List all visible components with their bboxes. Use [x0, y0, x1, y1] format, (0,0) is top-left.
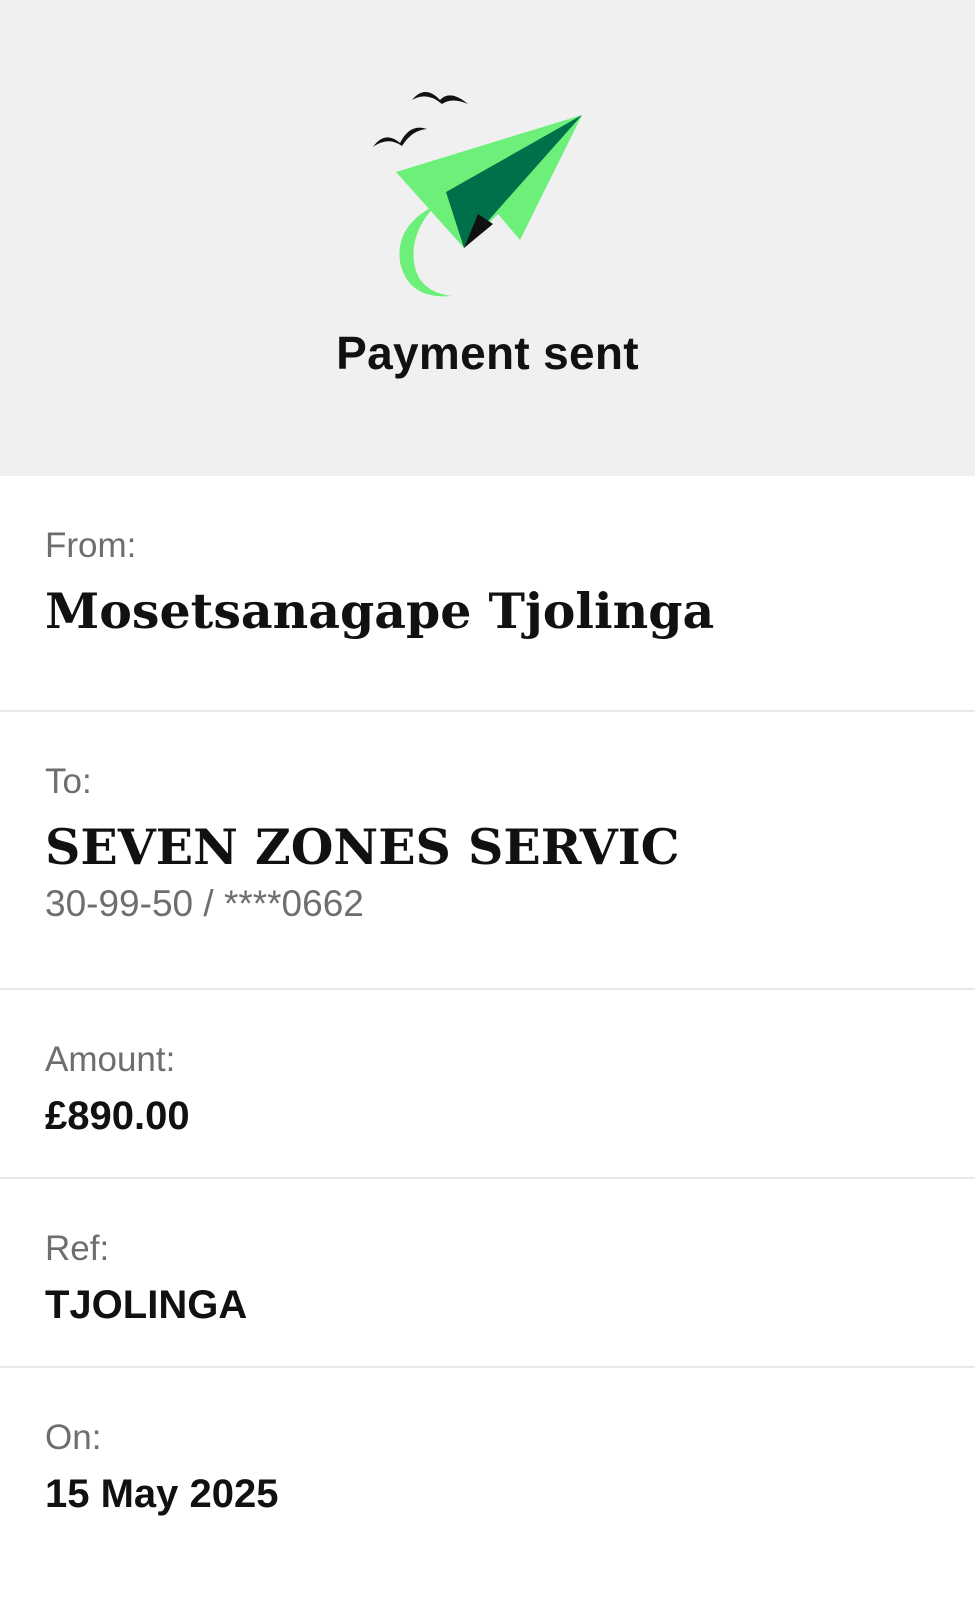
from-section: From: Mosetsanagape Tjolinga	[0, 476, 975, 712]
date-section: On: 15 May 2025	[0, 1368, 975, 1600]
from-name: Mosetsanagape Tjolinga	[45, 582, 715, 640]
to-section: To: SEVEN ZONES SERVIC 30-99-50 / ****06…	[0, 712, 975, 990]
payee-account: 30-99-50 / ****0662	[45, 883, 364, 924]
to-label: To:	[45, 762, 92, 801]
page-title: Payment sent	[336, 327, 639, 379]
ref-section: Ref: TJOLINGA	[0, 1179, 975, 1368]
date-value: 15 May 2025	[45, 1472, 279, 1516]
confirmation-header: Payment sent	[0, 0, 975, 476]
from-label: From:	[45, 526, 137, 565]
ref-value: TJOLINGA	[45, 1283, 248, 1327]
amount-section: Amount: £890.00	[0, 990, 975, 1179]
date-label: On:	[45, 1418, 102, 1457]
ref-label: Ref:	[45, 1229, 110, 1268]
paper-plane-icon	[373, 92, 582, 297]
amount-value: £890.00	[45, 1094, 190, 1138]
payee-name: SEVEN ZONES SERVIC	[45, 818, 680, 876]
amount-label: Amount:	[45, 1040, 176, 1079]
